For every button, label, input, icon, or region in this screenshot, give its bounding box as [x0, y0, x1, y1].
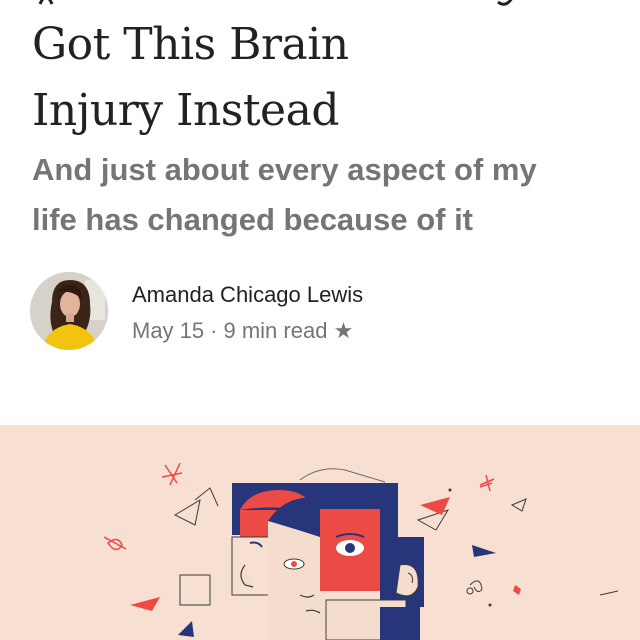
article-subtitle-line-1: And just about every aspect of my [32, 152, 537, 187]
article: Got This Brain Injury Instead And just a… [0, 0, 640, 640]
article-subtitle: And just about every aspect of my life h… [32, 145, 612, 245]
author-name[interactable]: Amanda Chicago Lewis [132, 282, 363, 308]
article-meta: May 15 · 9 min read ★ [132, 318, 353, 344]
publish-date: May 15 [132, 318, 205, 343]
article-title-line-1: Got This Brain [32, 19, 349, 70]
article-title: Got This Brain Injury Instead [32, 12, 612, 144]
article-subtitle-line-2: life has changed because of it [32, 202, 474, 237]
star-icon: ★ [333, 318, 354, 343]
author-avatar[interactable] [30, 272, 108, 350]
article-title-line-2: Injury Instead [32, 85, 340, 136]
read-time: 9 min read [223, 318, 328, 343]
meta-separator: · [210, 318, 218, 343]
author-byline: Amanda Chicago Lewis May 15 · 9 min read ★ [30, 272, 590, 352]
hero-illustration [0, 425, 640, 640]
